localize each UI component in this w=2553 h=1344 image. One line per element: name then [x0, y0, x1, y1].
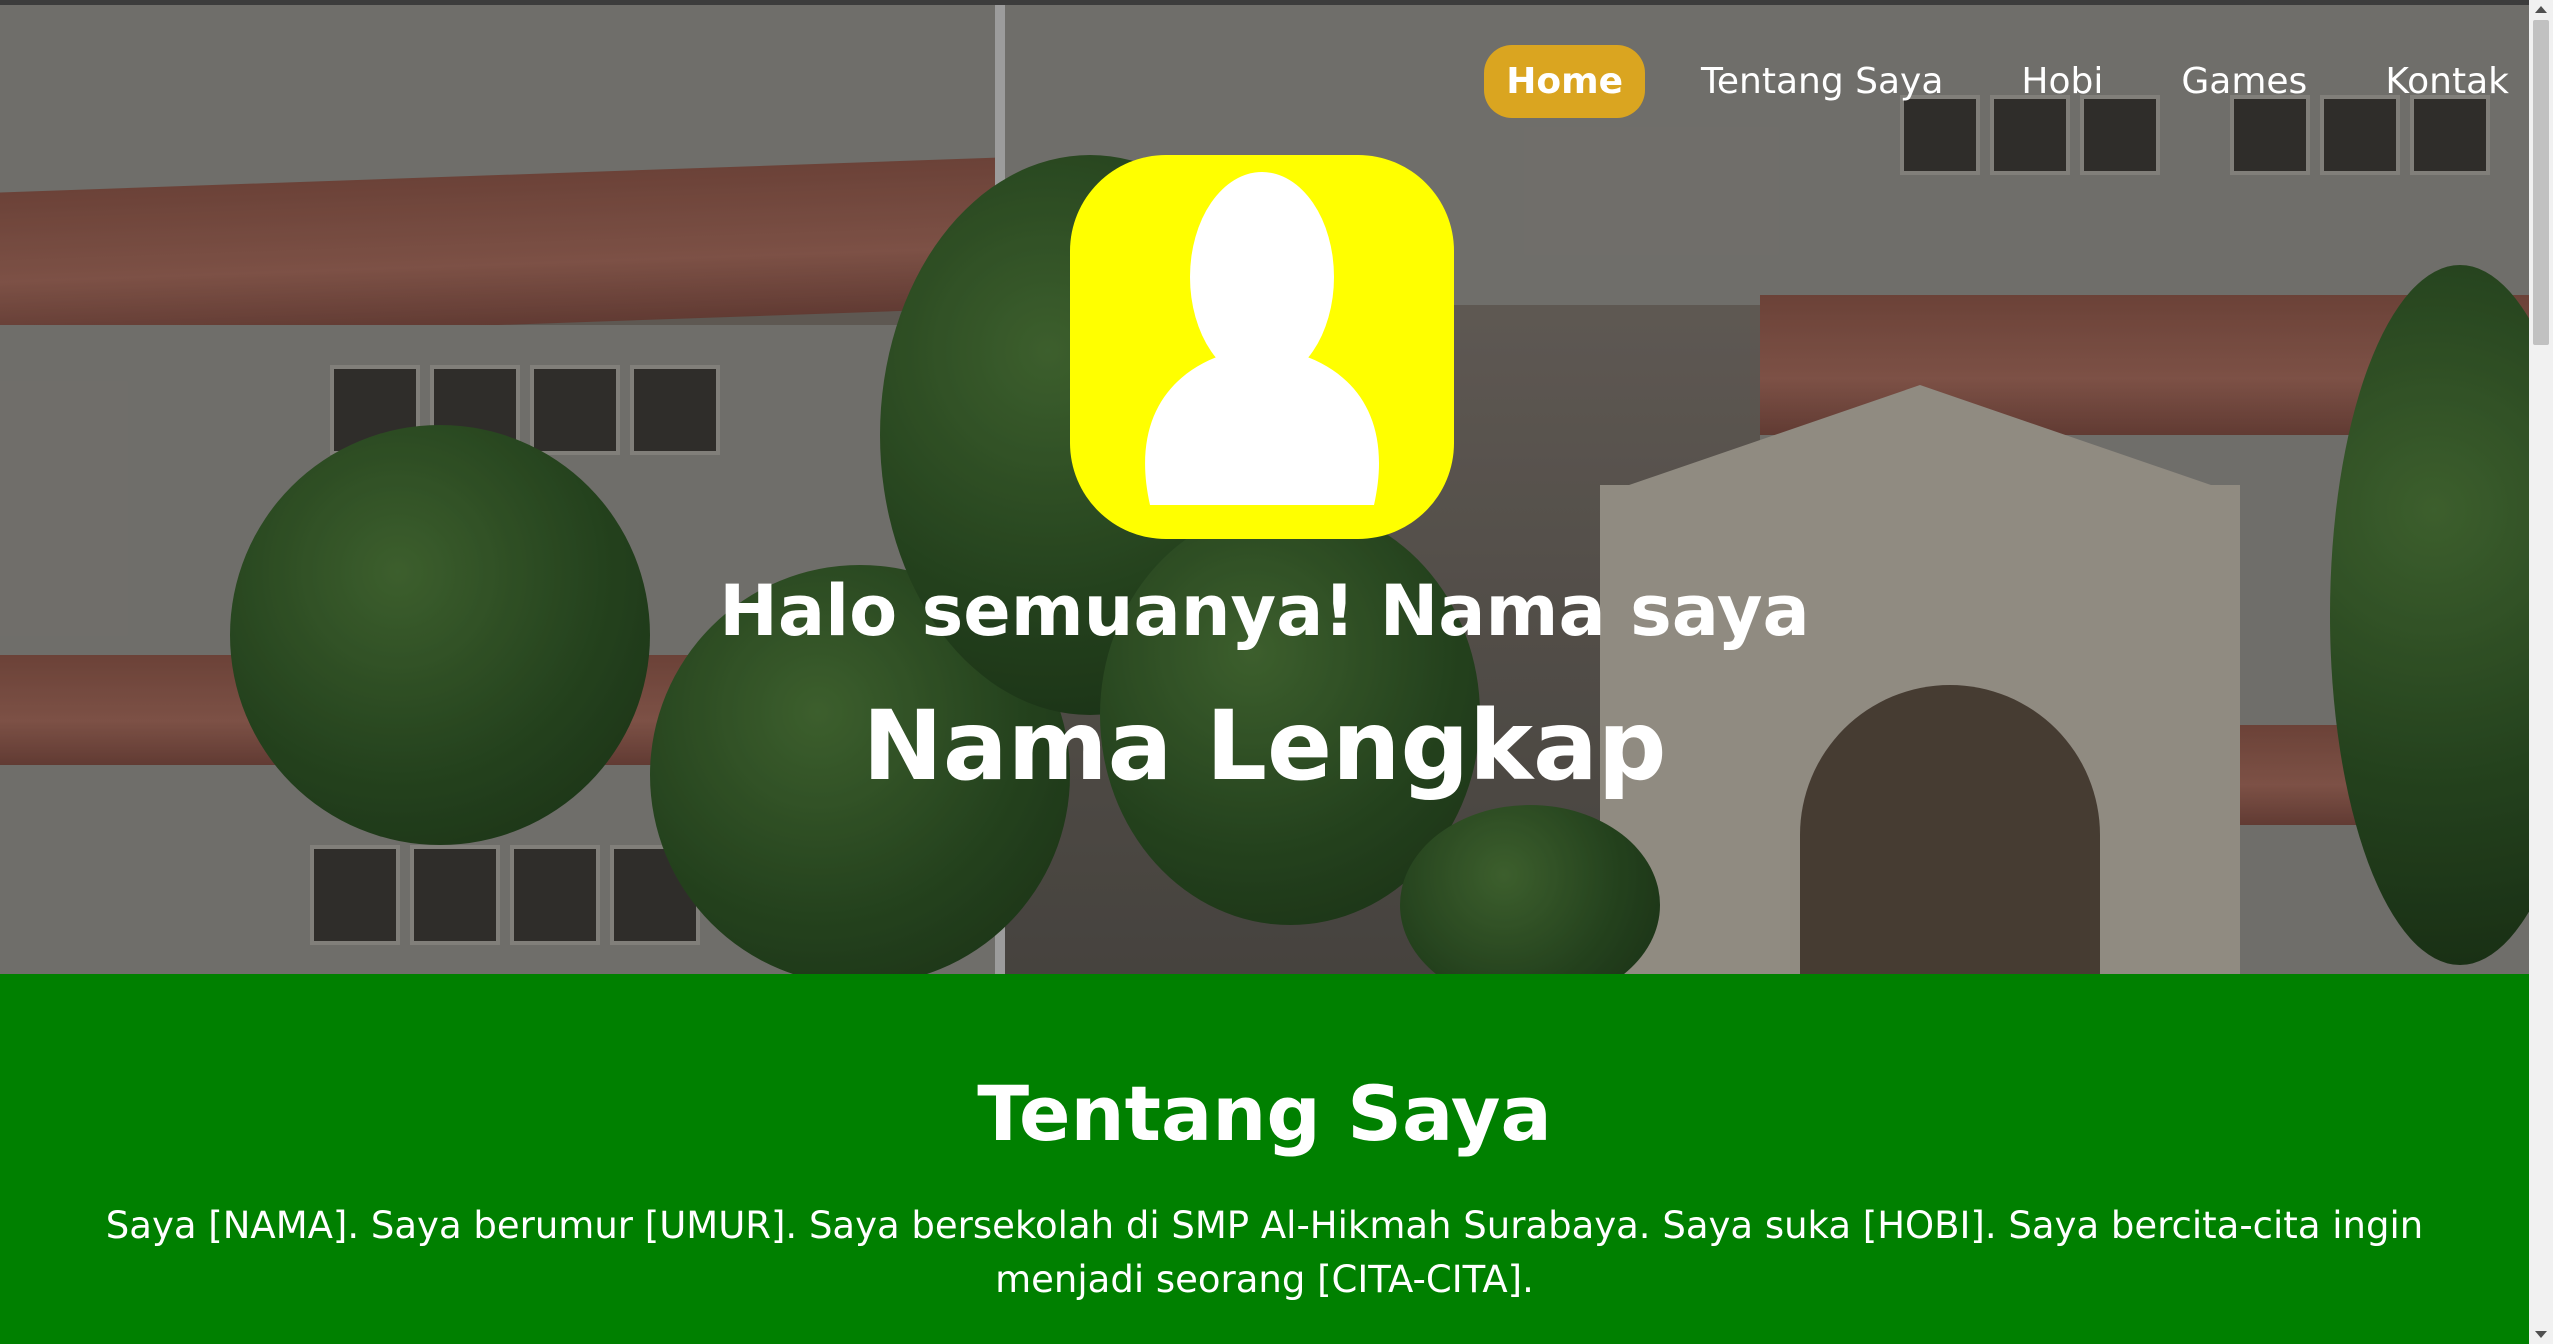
- nav-item-tentang-saya[interactable]: Tentang Saya: [1679, 45, 1965, 118]
- scroll-up-icon[interactable]: [2535, 6, 2547, 13]
- about-text: Saya [NAMA]. Saya berumur [UMUR]. Saya b…: [105, 1204, 2424, 1301]
- scrollbar-thumb[interactable]: [2533, 20, 2549, 345]
- profile-avatar: [1070, 155, 1454, 539]
- about-section: Tentang Saya Saya [NAMA]. Saya berumur […: [0, 974, 2529, 1344]
- vertical-scrollbar[interactable]: [2529, 0, 2553, 1344]
- user-silhouette-icon: [1145, 172, 1380, 505]
- hero-greeting: Halo semuanya! Nama saya: [719, 570, 1810, 652]
- scroll-down-icon[interactable]: [2535, 1331, 2547, 1338]
- nav-item-games[interactable]: Games: [2159, 45, 2329, 118]
- hero-name: Nama Lengkap: [862, 690, 1667, 802]
- about-title: Tentang Saya: [977, 1069, 1552, 1158]
- nav-item-kontak[interactable]: Kontak: [2363, 45, 2529, 118]
- top-navigation: Home Tentang Saya Hobi Games Kontak: [1450, 45, 2529, 118]
- nav-item-home[interactable]: Home: [1484, 45, 1646, 118]
- hero-section: Home Tentang Saya Hobi Games Kontak Halo…: [0, 5, 2529, 974]
- page-viewport[interactable]: Home Tentang Saya Hobi Games Kontak Halo…: [0, 0, 2529, 1344]
- nav-item-hobi[interactable]: Hobi: [1999, 45, 2125, 118]
